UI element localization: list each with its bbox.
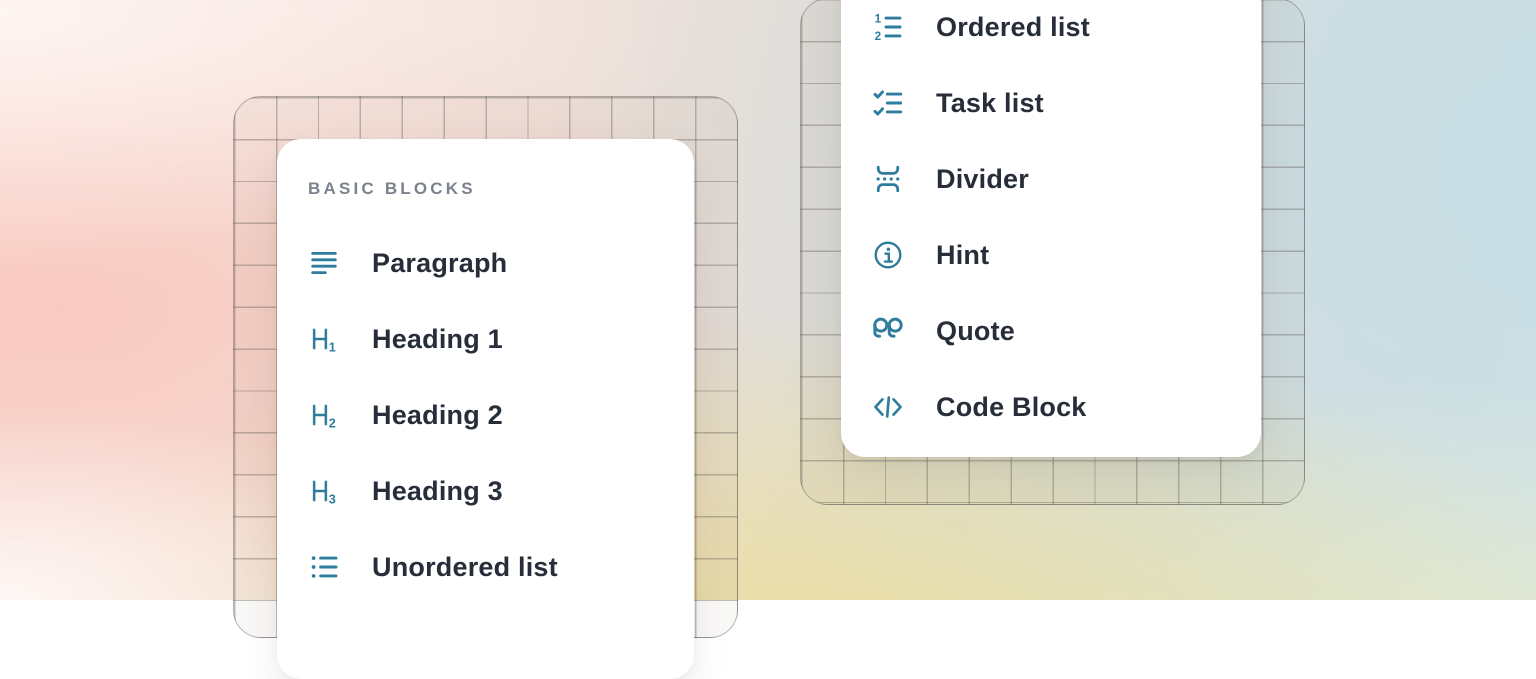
menu-item-label: Heading 3: [372, 475, 503, 507]
menu-item-task-list[interactable]: Task list: [841, 65, 1261, 141]
ordered-list-digit-2: 2: [875, 30, 882, 43]
menu-item-label: Paragraph: [372, 247, 507, 279]
menu-item-heading-2[interactable]: 2 Heading 2: [277, 377, 694, 453]
menu-item-heading-1[interactable]: 1 Heading 1: [277, 301, 694, 377]
menu-item-label: Divider: [936, 163, 1029, 195]
quote-icon: [872, 315, 904, 347]
ordered-list-digit-1: 1: [875, 12, 882, 25]
heading-1-digit: 1: [329, 340, 336, 354]
menu-item-label: Code Block: [936, 391, 1087, 423]
divider-icon: [872, 163, 904, 195]
menu-item-quote[interactable]: Quote: [841, 293, 1261, 369]
paragraph-icon: [308, 247, 340, 279]
menu-item-label: Heading 2: [372, 399, 503, 431]
basic-blocks-menu: BASIC BLOCKS Paragraph 1 Heading 1: [277, 139, 694, 679]
unordered-list-icon: [308, 551, 340, 583]
menu-item-list: Paragraph 1 Heading 1 2: [277, 225, 694, 605]
menu-item-list: 1 2 Ordered list Task list: [841, 0, 1261, 445]
hint-icon: [872, 239, 904, 271]
heading-3-icon: 3: [308, 475, 340, 507]
menu-item-hint[interactable]: Hint: [841, 217, 1261, 293]
menu-item-label: Heading 1: [372, 323, 503, 355]
menu-item-paragraph[interactable]: Paragraph: [277, 225, 694, 301]
task-list-icon: [872, 87, 904, 119]
heading-2-icon: 2: [308, 399, 340, 431]
menu-item-divider[interactable]: Divider: [841, 141, 1261, 217]
ordered-list-icon: 1 2: [872, 11, 904, 43]
hero-background: BASIC BLOCKS Paragraph 1 Heading 1: [0, 0, 1536, 600]
menu-item-heading-3[interactable]: 3 Heading 3: [277, 453, 694, 529]
menu-item-ordered-list[interactable]: 1 2 Ordered list: [841, 0, 1261, 65]
insert-blocks-menu: 1 2 Ordered list Task list: [841, 0, 1261, 457]
menu-item-label: Hint: [936, 239, 989, 271]
menu-item-label: Quote: [936, 315, 1015, 347]
section-title: BASIC BLOCKS: [308, 179, 694, 199]
menu-item-unordered-list[interactable]: Unordered list: [277, 529, 694, 605]
heading-1-icon: 1: [308, 323, 340, 355]
menu-item-code-block[interactable]: Code Block: [841, 369, 1261, 445]
heading-3-digit: 3: [329, 492, 336, 506]
menu-item-label: Unordered list: [372, 551, 558, 583]
heading-2-digit: 2: [329, 416, 336, 430]
menu-item-label: Ordered list: [936, 11, 1090, 43]
menu-item-label: Task list: [936, 87, 1044, 119]
code-block-icon: [872, 391, 904, 423]
